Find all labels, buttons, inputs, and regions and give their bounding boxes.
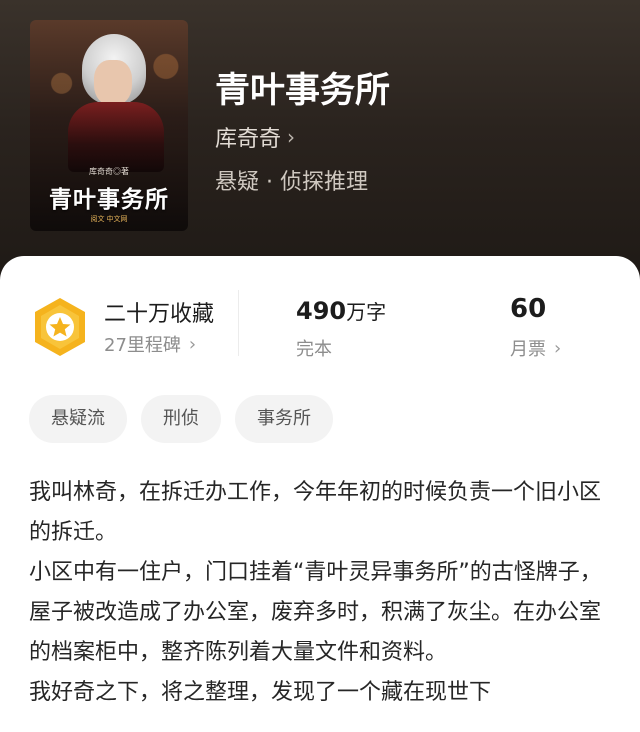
cover-character-body (68, 102, 164, 172)
word-count: 490万字 (296, 296, 386, 325)
milestone-count: 27里程碑 (104, 335, 181, 356)
book-genre: 悬疑 · 侦探推理 (215, 170, 368, 195)
cover-title: 青叶事务所 (49, 186, 169, 213)
cover-character-face (94, 60, 132, 106)
chevron-right-icon: › (188, 333, 197, 355)
tag-chip[interactable]: 事务所 (235, 395, 333, 443)
completion-status: 完本 (296, 339, 332, 360)
tag-list: 悬疑流 刑侦 事务所 (29, 395, 333, 443)
description-paragraph: 我叫林奇，在拆迁办工作，今年年初的时候负责一个旧小区的拆迁。 (29, 480, 602, 545)
monthly-ticket-link[interactable]: 月票 › (510, 335, 561, 361)
monthly-ticket-count[interactable]: 60 (510, 294, 546, 324)
word-count-unit: 万字 (346, 300, 387, 324)
collection-milestone-title[interactable]: 二十万收藏 (104, 296, 214, 328)
cover-publisher: 阅文 中文网 (90, 216, 128, 223)
monthly-ticket-label: 月票 (510, 339, 546, 360)
collection-milestone-sub[interactable]: 27里程碑 › (104, 331, 196, 357)
cover-author-line: 库奇奇◎著 (89, 167, 129, 176)
tag-chip[interactable]: 悬疑流 (29, 395, 127, 443)
chevron-right-icon: › (287, 125, 296, 149)
description-paragraph: 小区中有一住户，门口挂着“青叶灵异事务所”的古怪牌子，屋子被改造成了办公室，废弃… (29, 560, 602, 665)
author-link[interactable]: 库奇奇 › (215, 121, 295, 153)
word-count-number: 490 (296, 297, 347, 325)
stats-divider (238, 290, 239, 356)
chevron-right-icon: › (554, 337, 562, 359)
book-description[interactable]: 我叫林奇，在拆迁办工作，今年年初的时候负责一个旧小区的拆迁。 小区中有一住户，门… (29, 473, 604, 713)
author-name: 库奇奇 (215, 127, 282, 152)
tag-chip[interactable]: 刑侦 (141, 395, 221, 443)
book-cover-image[interactable]: 库奇奇◎著 青叶事务所 阅文 中文网 (30, 20, 188, 231)
badge-star-icon (35, 298, 85, 356)
book-title: 青叶事务所 (215, 70, 391, 111)
description-paragraph: 我好奇之下，将之整理，发现了一个藏在现世下 (29, 680, 492, 705)
